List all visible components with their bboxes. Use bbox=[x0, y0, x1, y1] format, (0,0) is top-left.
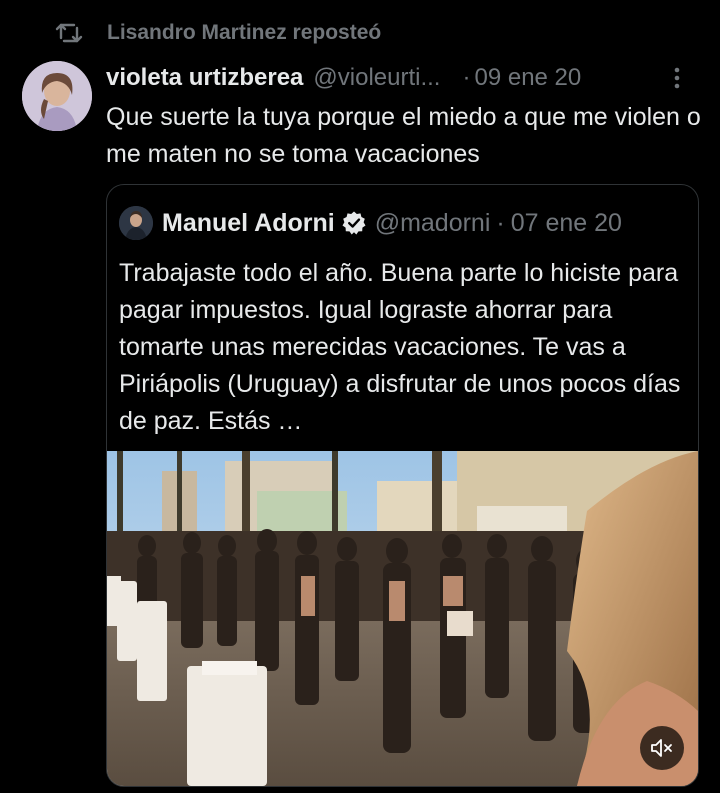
quoted-tweet[interactable]: Manuel Adorni @madorni · 07 ene 20 Traba… bbox=[106, 184, 699, 787]
tweet-header: violeta urtizberea @violeurti... · 09 en… bbox=[106, 60, 692, 96]
quoted-handle[interactable]: @madorni bbox=[375, 209, 491, 238]
display-name[interactable]: violeta urtizberea bbox=[106, 64, 303, 92]
quoted-timestamp[interactable]: 07 ene 20 bbox=[511, 209, 622, 238]
timestamp[interactable]: 09 ene 20 bbox=[474, 64, 581, 92]
mute-icon[interactable] bbox=[640, 726, 684, 770]
quoted-tweet-header: Manuel Adorni @madorni · 07 ene 20 bbox=[119, 205, 622, 241]
quoted-display-name[interactable]: Manuel Adorni bbox=[162, 209, 335, 238]
quoted-video[interactable] bbox=[107, 451, 698, 786]
tweet-text: Que suerte la tuya porque el miedo a que… bbox=[106, 103, 701, 168]
repost-context[interactable]: Lisandro Martinez reposteó bbox=[55, 18, 381, 48]
quoted-tweet-text: Trabajaste todo el año. Buena parte lo h… bbox=[119, 259, 681, 435]
quoted-separator-dot: · bbox=[496, 208, 505, 237]
avatar[interactable] bbox=[22, 61, 92, 131]
quoted-avatar[interactable] bbox=[119, 206, 153, 240]
repost-label: Lisandro Martinez reposteó bbox=[107, 21, 382, 44]
separator-dot: · bbox=[462, 64, 471, 91]
handle[interactable]: @violeurti... bbox=[313, 64, 440, 92]
verified-badge-icon bbox=[341, 210, 367, 236]
repost-icon bbox=[55, 21, 85, 45]
video-frame bbox=[107, 451, 698, 786]
more-vertical-icon[interactable] bbox=[662, 63, 692, 93]
